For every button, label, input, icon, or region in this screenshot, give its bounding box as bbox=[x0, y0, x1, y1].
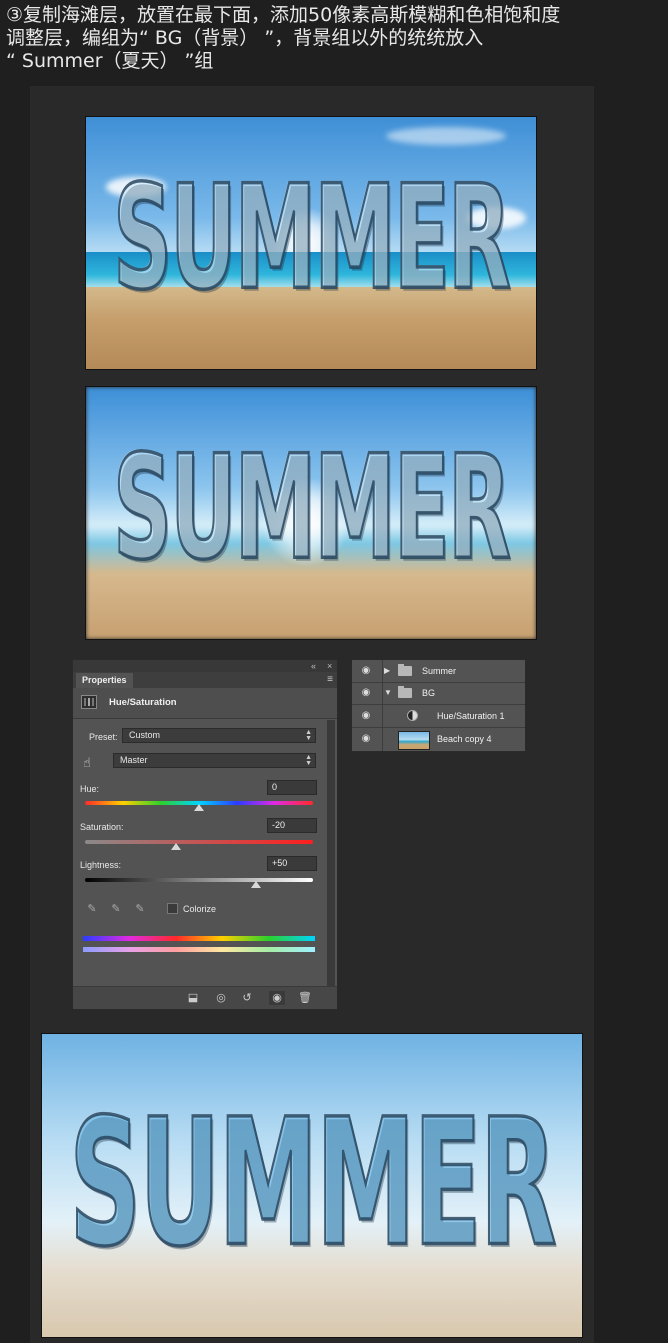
eyedropper-minus-icon[interactable]: ✎ bbox=[133, 902, 147, 916]
summer-title-text: SUMMER bbox=[112, 426, 512, 593]
eyedropper-plus-icon[interactable]: ✎ bbox=[109, 902, 123, 916]
input-color-bar bbox=[83, 936, 315, 941]
preset-label: Preset: bbox=[89, 732, 118, 742]
saturation-label: Saturation: bbox=[80, 822, 124, 832]
panel-menu-icon[interactable]: ≡ bbox=[327, 674, 333, 686]
colorize-label: Colorize bbox=[183, 904, 217, 914]
folder-icon bbox=[398, 686, 412, 698]
layer-row-hue-saturation[interactable]: ◉ Hue/Saturation 1 bbox=[352, 705, 525, 728]
adjustment-header: Hue/Saturation bbox=[73, 688, 337, 719]
panel-scrollbar[interactable] bbox=[327, 720, 335, 988]
panel-tab-row: Properties ≡ bbox=[73, 672, 337, 688]
layer-name: Beach copy 4 bbox=[437, 734, 492, 744]
hue-saturation-icon bbox=[81, 695, 97, 709]
panel-bottom-bar: ⬓ ◎ ↺ ◉ 🗑 bbox=[73, 986, 337, 1009]
saturation-slider-track[interactable] bbox=[85, 840, 313, 844]
folder-icon bbox=[398, 664, 412, 676]
instruction-text: ③复制海滩层，放置在最下面，添加50像素高斯模糊和色相饱和度 调整层，编组为“ … bbox=[6, 4, 656, 73]
channel-select[interactable]: Master ▲ ▼ bbox=[113, 753, 316, 768]
instruction-line-2: 调整层，编组为“ BG（背景） ”，背景组以外的统统放入 bbox=[6, 27, 484, 49]
panel-topbar: « × bbox=[73, 660, 337, 672]
adjustment-title: Hue/Saturation bbox=[109, 697, 177, 708]
select-arrows-icon: ▲ ▼ bbox=[305, 754, 312, 767]
close-icon[interactable]: × bbox=[327, 660, 332, 672]
layer-name: Summer bbox=[422, 666, 457, 676]
layer-row-bg[interactable]: ◉ ▼ BG bbox=[352, 682, 525, 705]
select-arrows-icon: ▲ ▼ bbox=[305, 729, 312, 742]
preset-value: Custom bbox=[129, 730, 161, 740]
eyedropper-icon[interactable]: ✎ bbox=[85, 902, 99, 916]
output-color-bar bbox=[83, 947, 315, 952]
beach-image-final: SUMMER bbox=[42, 1034, 582, 1337]
colorize-checkbox[interactable] bbox=[167, 903, 178, 914]
hue-label: Hue: bbox=[80, 784, 100, 794]
hue-input[interactable]: 0 bbox=[267, 780, 317, 795]
layer-row-summer[interactable]: ◉ ▶ Summer bbox=[352, 660, 525, 683]
channel-value: Master bbox=[120, 755, 148, 765]
visibility-eye-icon[interactable]: ◉ bbox=[358, 660, 383, 683]
collapsed-caret-icon[interactable]: ▶ bbox=[384, 665, 390, 677]
summer-title-text: SUMMER bbox=[68, 1080, 558, 1286]
beach-image-blurred: SUMMER bbox=[86, 387, 536, 639]
saturation-slider-thumb[interactable] bbox=[171, 843, 182, 850]
instruction-line-3: “ Summer（夏天） ”组 bbox=[6, 50, 214, 72]
adjustment-layer-icon bbox=[407, 710, 418, 721]
visibility-eye-icon[interactable]: ◉ bbox=[358, 682, 383, 705]
expanded-caret-icon[interactable]: ▼ bbox=[384, 687, 392, 699]
view-previous-icon[interactable]: ◎ bbox=[213, 991, 229, 1005]
reset-icon[interactable]: ↺ bbox=[239, 991, 255, 1005]
visibility-eye-icon[interactable]: ◉ bbox=[269, 991, 285, 1005]
layer-name: Hue/Saturation 1 bbox=[437, 711, 505, 721]
hand-icon[interactable]: ☝ bbox=[83, 755, 99, 771]
trash-icon[interactable]: 🗑 bbox=[297, 991, 313, 1005]
beach-image-sharp: SUMMER bbox=[86, 117, 536, 369]
visibility-eye-icon[interactable]: ◉ bbox=[358, 705, 383, 728]
lightness-slider-thumb[interactable] bbox=[251, 881, 261, 888]
instruction-line-1: ③复制海滩层，放置在最下面，添加50像素高斯模糊和色相饱和度 bbox=[6, 4, 561, 26]
summer-title-text: SUMMER bbox=[112, 156, 512, 323]
hue-slider-thumb[interactable] bbox=[194, 804, 204, 811]
visibility-eye-icon[interactable]: ◉ bbox=[358, 728, 383, 751]
collapse-icon[interactable]: « bbox=[311, 660, 316, 672]
clip-to-layer-icon[interactable]: ⬓ bbox=[185, 991, 201, 1005]
lightness-input[interactable]: +50 bbox=[267, 856, 317, 871]
saturation-input[interactable]: -20 bbox=[267, 818, 317, 833]
properties-panel: « × Properties ≡ Hue/Saturation Preset: … bbox=[72, 659, 338, 1010]
layer-name: BG bbox=[422, 688, 436, 698]
layer-thumbnail bbox=[398, 731, 430, 750]
preset-select[interactable]: Custom ▲ ▼ bbox=[122, 728, 316, 743]
layer-row-beach-copy[interactable]: ◉ Beach copy 4 bbox=[352, 728, 525, 751]
lightness-label: Lightness: bbox=[80, 860, 122, 870]
layers-panel: ◉ ▶ Summer ◉ ▼ BG ◉ Hue/Saturation 1 ◉ B… bbox=[351, 659, 526, 752]
lightness-slider-track[interactable] bbox=[85, 878, 313, 882]
tab-properties[interactable]: Properties bbox=[76, 673, 133, 688]
